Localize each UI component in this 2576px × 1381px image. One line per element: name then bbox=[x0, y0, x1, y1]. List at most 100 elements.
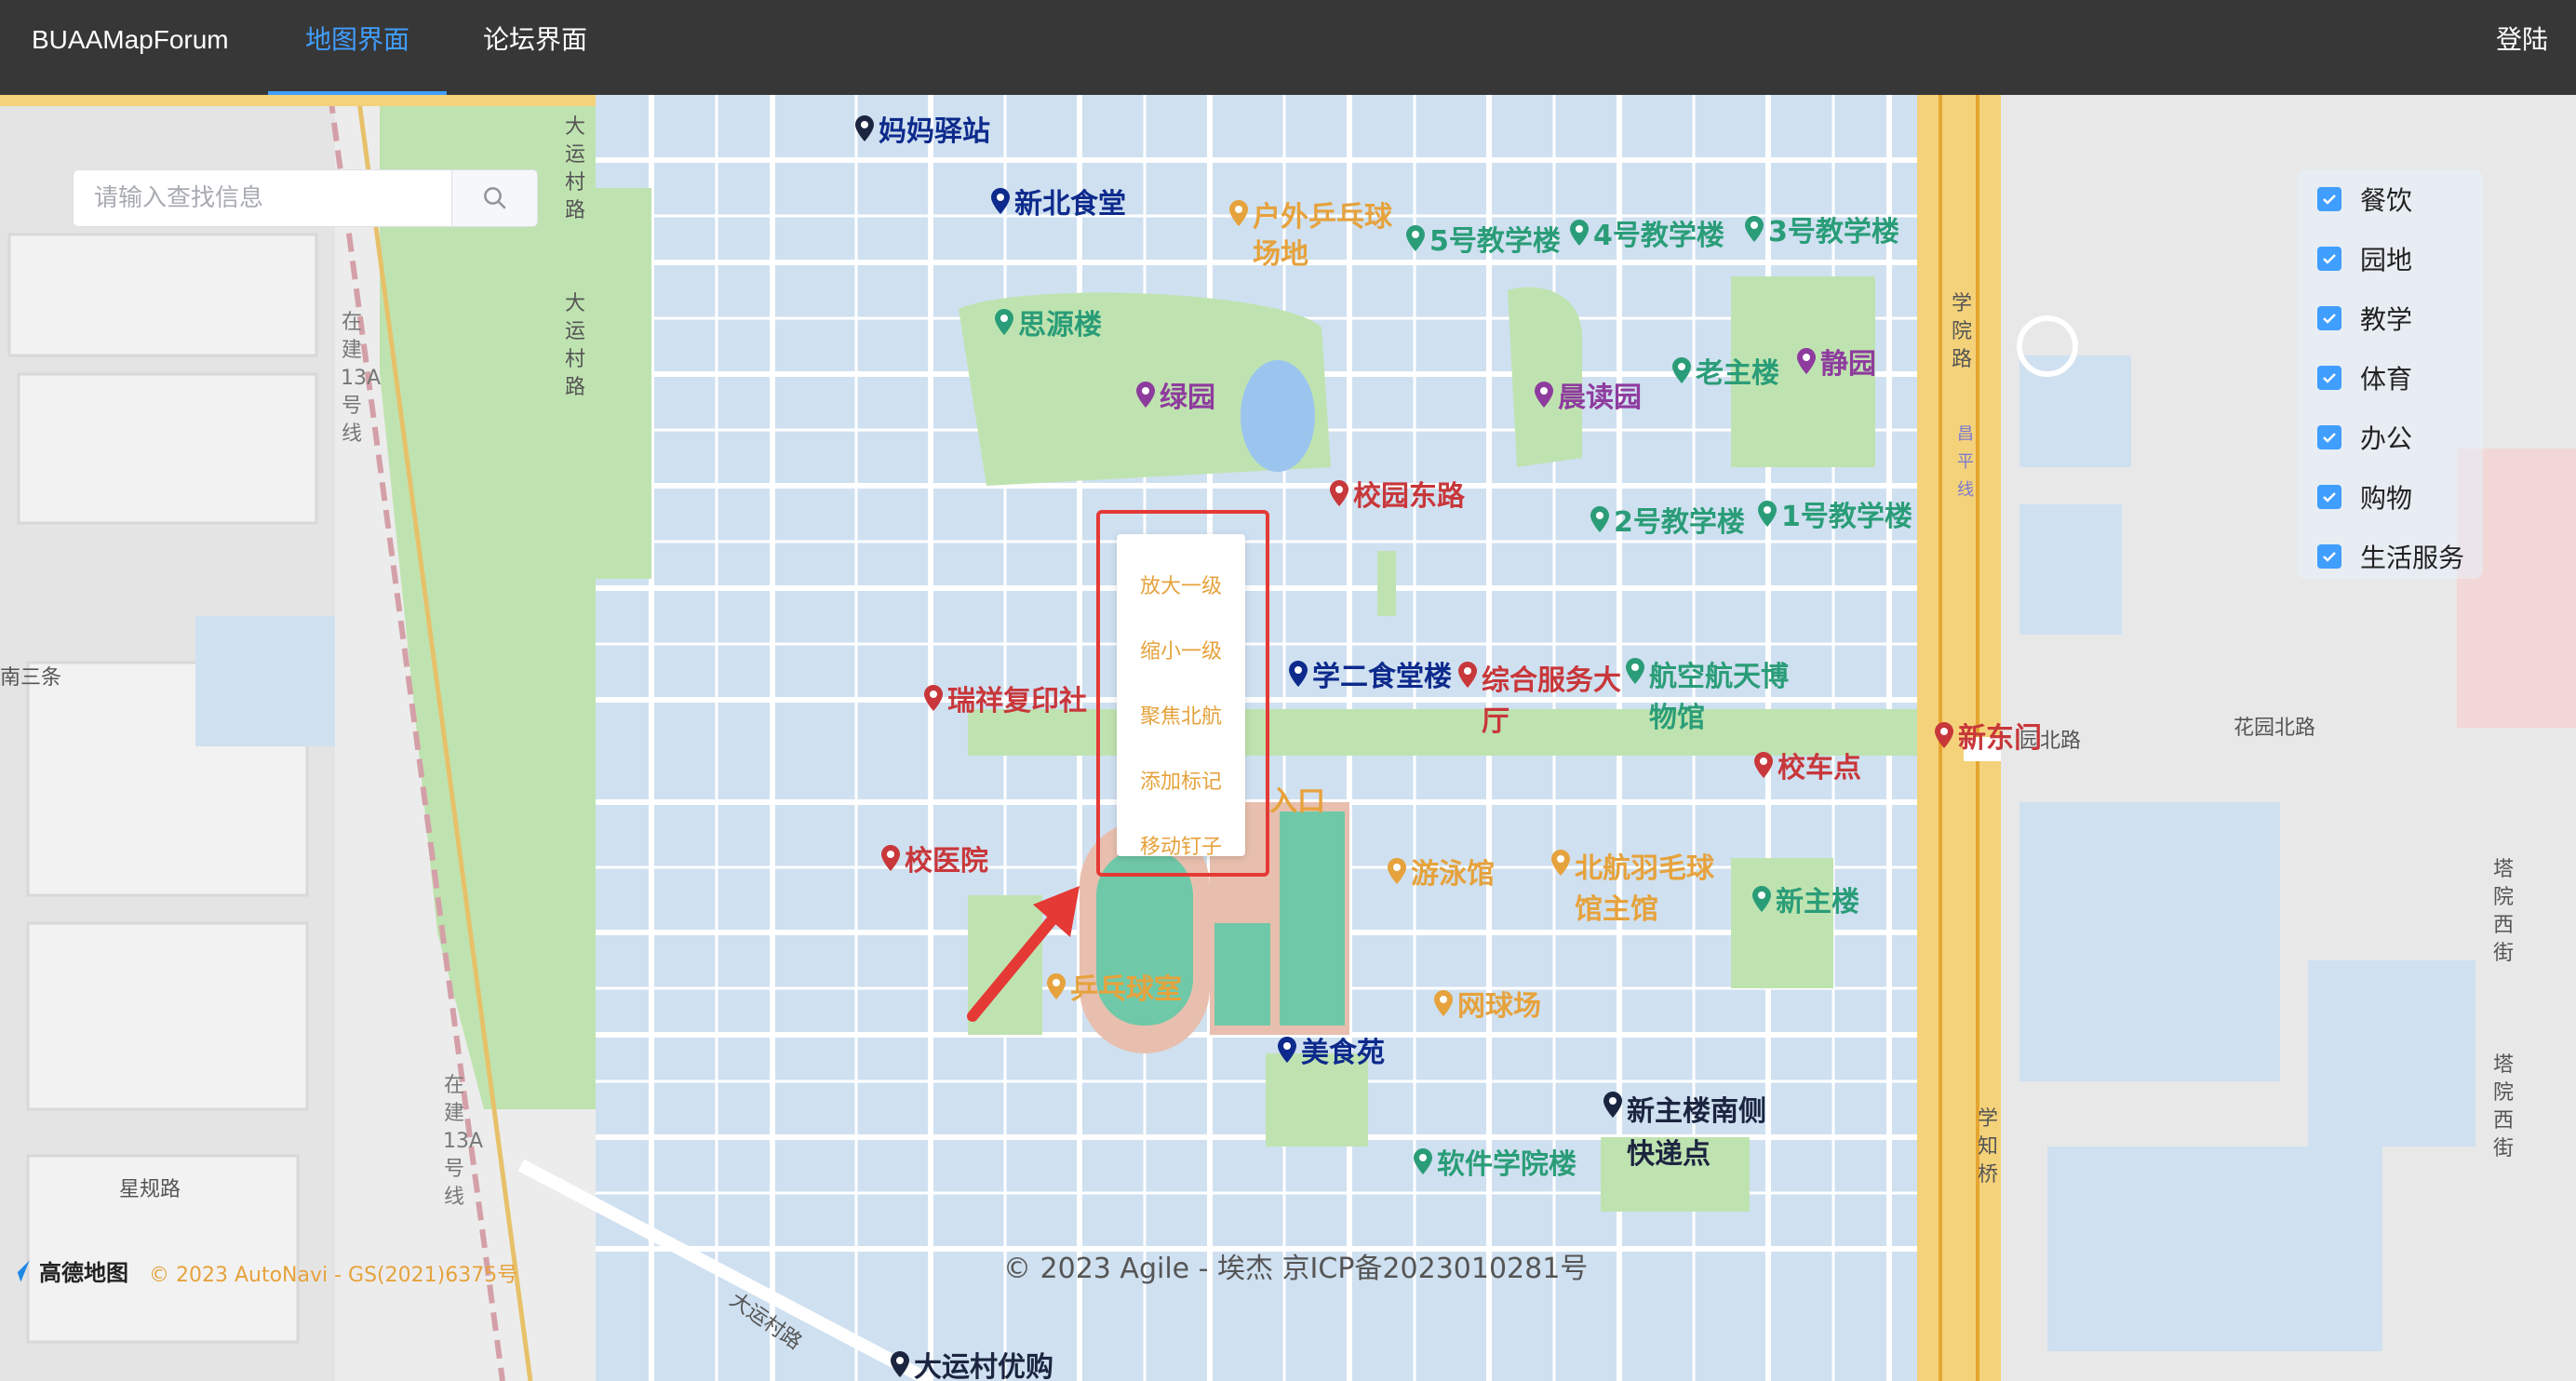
amap-logo-text: 高德地图 bbox=[39, 1260, 128, 1286]
location-pin-icon bbox=[1330, 480, 1348, 506]
category-canyin[interactable]: 餐饮 bbox=[2317, 181, 2412, 218]
menu-zoom-out[interactable]: 缩小一级 bbox=[1117, 635, 1245, 664]
top-nav-bar: BUAAMapForum 地图界面 论坛界面 登陆 bbox=[0, 0, 2576, 95]
poi-xindongmen[interactable]: 新东门 bbox=[1934, 715, 2042, 756]
menu-zoom-in[interactable]: 放大一级 bbox=[1117, 570, 1245, 599]
location-pin-icon bbox=[1935, 722, 1953, 748]
poi-pingpang-outdoor[interactable]: 户外乒乓球场地 bbox=[1228, 199, 1415, 274]
poi-yumao[interactable]: 北航羽毛球馆主馆 bbox=[1550, 849, 1737, 931]
poi-hangkong[interactable]: 航空航天博物馆 bbox=[1625, 657, 1811, 739]
poi-xinzhu[interactable]: 新主楼 bbox=[1751, 878, 1859, 919]
poi-label: 北航羽毛球馆主馆 bbox=[1575, 852, 1714, 926]
menu-focus-buaa[interactable]: 聚焦北航 bbox=[1117, 700, 1245, 730]
poi-jx2[interactable]: 2号教学楼 bbox=[1590, 499, 1745, 540]
category-gouwu[interactable]: 购物 bbox=[2317, 478, 2412, 516]
poi-jx3[interactable]: 3号教学楼 bbox=[1744, 208, 1899, 249]
poi-label: 校车点 bbox=[1778, 752, 1861, 784]
location-pin-icon bbox=[1229, 200, 1248, 226]
road-label: 昌平线 bbox=[1957, 424, 1974, 500]
poi-label: 校医院 bbox=[905, 845, 988, 878]
poi-pingpang[interactable]: 乒乓球室 bbox=[1046, 966, 1182, 1007]
amap-logo-icon bbox=[7, 1259, 30, 1282]
checkbox-checked-icon[interactable] bbox=[2317, 425, 2341, 449]
login-link[interactable]: 登陆 bbox=[2496, 0, 2548, 95]
poi-ruanjian[interactable]: 软件学院楼 bbox=[1413, 1141, 1576, 1182]
poi-label: 学二食堂楼 bbox=[1312, 661, 1452, 693]
poi-jingyuan[interactable]: 静园 bbox=[1796, 341, 1876, 382]
poi-siyuan[interactable]: 思源楼 bbox=[994, 302, 1102, 342]
location-pin-icon bbox=[1551, 850, 1570, 876]
checkbox-checked-icon[interactable] bbox=[2317, 187, 2341, 211]
poi-jx5[interactable]: 5号教学楼 bbox=[1405, 218, 1561, 259]
search-input[interactable] bbox=[74, 170, 451, 226]
poi-label: 大运村优购 bbox=[914, 1351, 1053, 1381]
search-bar bbox=[73, 169, 538, 227]
poi-label: 思源楼 bbox=[1018, 309, 1102, 342]
context-menu: 放大一级 缩小一级 聚焦北航 添加标记 移动钉子 bbox=[1117, 534, 1245, 859]
poi-lvyuan[interactable]: 绿园 bbox=[1135, 374, 1215, 415]
poi-zonghe[interactable]: 综合服务大厅 bbox=[1457, 661, 1644, 743]
menu-move-pin[interactable]: 移动钉子 bbox=[1117, 830, 1245, 860]
category-bangong[interactable]: 办公 bbox=[2317, 419, 2412, 456]
brand-title[interactable]: BUAAMapForum bbox=[32, 0, 229, 95]
location-pin-icon bbox=[1535, 382, 1553, 408]
category-label: 体育 bbox=[2360, 364, 2413, 395]
category-label: 餐饮 bbox=[2360, 185, 2413, 216]
poi-youyong[interactable]: 游泳馆 bbox=[1387, 851, 1495, 892]
poi-xinbei[interactable]: 新北食堂 bbox=[990, 181, 1126, 221]
category-yuandi[interactable]: 园地 bbox=[2317, 240, 2412, 277]
poi-xiaoyiyuan[interactable]: 校医院 bbox=[880, 838, 988, 878]
location-pin-icon bbox=[995, 309, 1013, 335]
site-copyright: © 2023 Agile - 埃杰 京ICP备2023010281号 bbox=[1003, 1253, 1589, 1285]
poi-rukou[interactable]: 入口 bbox=[1269, 778, 1325, 819]
poi-xiaoyuandong[interactable]: 校园东路 bbox=[1329, 473, 1465, 514]
location-pin-icon bbox=[1047, 973, 1066, 999]
poi-xiaoche[interactable]: 校车点 bbox=[1753, 744, 1861, 785]
location-pin-icon bbox=[1754, 752, 1773, 778]
location-pin-icon bbox=[1603, 1092, 1622, 1118]
checkbox-checked-icon[interactable] bbox=[2317, 544, 2341, 569]
poi-label: 绿园 bbox=[1160, 382, 1215, 414]
menu-add-marker[interactable]: 添加标记 bbox=[1117, 765, 1245, 795]
poi-label: 户外乒乓球场地 bbox=[1253, 201, 1392, 271]
poi-label: 妈妈驿站 bbox=[879, 115, 990, 148]
poi-label: 静园 bbox=[1820, 348, 1876, 381]
tab-forum[interactable]: 论坛界面 bbox=[460, 0, 610, 95]
amap-logo[interactable]: 高德地图 bbox=[6, 1254, 128, 1287]
checkbox-checked-icon[interactable] bbox=[2317, 306, 2341, 330]
poi-xinzhunan[interactable]: 新主楼南侧快递点 bbox=[1603, 1091, 1789, 1176]
checkbox-checked-icon[interactable] bbox=[2317, 247, 2341, 271]
search-button[interactable] bbox=[451, 170, 537, 226]
poi-label: 4号教学楼 bbox=[1593, 220, 1724, 252]
checkbox-checked-icon[interactable] bbox=[2317, 366, 2341, 390]
poi-meishi[interactable]: 美食苑 bbox=[1277, 1029, 1385, 1070]
poi-mama[interactable]: 妈妈驿站 bbox=[854, 108, 990, 149]
location-pin-icon bbox=[991, 188, 1010, 214]
checkbox-checked-icon[interactable] bbox=[2317, 485, 2341, 509]
poi-wangqiu[interactable]: 网球场 bbox=[1433, 983, 1541, 1024]
location-pin-icon bbox=[1406, 225, 1425, 251]
poi-label: 校园东路 bbox=[1353, 480, 1465, 513]
poi-label: 新北食堂 bbox=[1014, 188, 1126, 221]
poi-xueer[interactable]: 学二食堂楼 bbox=[1288, 653, 1452, 694]
category-label: 园地 bbox=[2360, 245, 2413, 275]
road-label: 大运村路 bbox=[564, 292, 585, 399]
category-label: 教学 bbox=[2360, 304, 2413, 335]
location-pin-icon bbox=[1388, 858, 1406, 884]
location-pin-icon bbox=[1289, 661, 1308, 687]
map-canvas[interactable]: 餐饮 园地 教学 体育 办公 购物 生活服务 大运村路 大运村路 在建13A号线… bbox=[0, 95, 2576, 1381]
poi-chendu[interactable]: 晨读园 bbox=[1534, 374, 1642, 415]
poi-label: 新东门 bbox=[1958, 722, 2042, 755]
poi-laozhu[interactable]: 老主楼 bbox=[1671, 350, 1779, 391]
poi-dayun[interactable]: 大运村优购 bbox=[890, 1344, 1053, 1381]
poi-jx1[interactable]: 1号教学楼 bbox=[1757, 493, 1912, 534]
poi-label: 网球场 bbox=[1457, 990, 1541, 1023]
category-jiaoxue[interactable]: 教学 bbox=[2317, 300, 2412, 337]
location-pin-icon bbox=[1414, 1148, 1432, 1174]
category-shenghuo[interactable]: 生活服务 bbox=[2317, 538, 2464, 575]
poi-label: 2号教学楼 bbox=[1614, 506, 1745, 539]
category-tiyu[interactable]: 体育 bbox=[2317, 359, 2412, 396]
poi-jx4[interactable]: 4号教学楼 bbox=[1569, 212, 1724, 253]
tab-map[interactable]: 地图界面 bbox=[268, 0, 447, 95]
poi-ruixiang[interactable]: 瑞祥复印社 bbox=[923, 677, 1087, 718]
